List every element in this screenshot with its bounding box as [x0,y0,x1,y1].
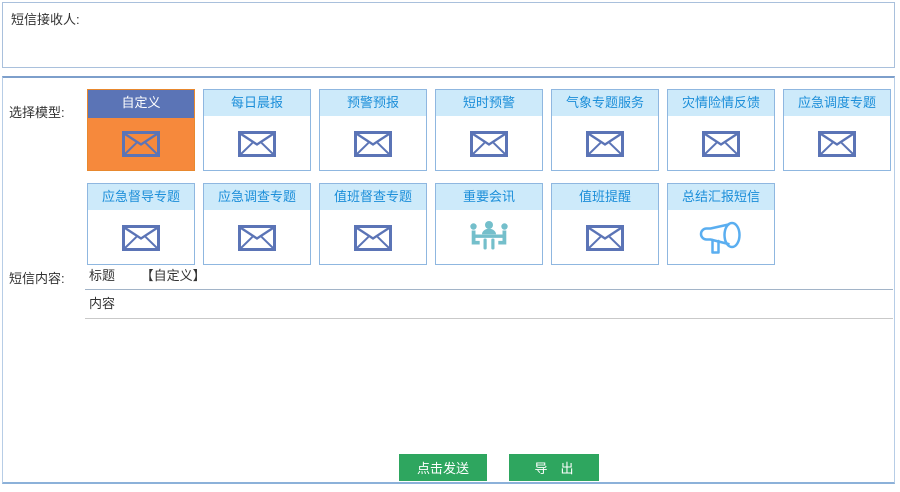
template-card-label: 应急调度专题 [784,90,890,118]
envelope-icon [238,131,276,157]
title-value[interactable]: 【自定义】 [141,268,206,283]
sms-send-page: 短信接收人: 选择模型: 自定义 每日晨报 预警预报 短时预警 气象专题服务 [0,0,900,492]
template-card-label: 应急督导专题 [88,184,194,212]
template-card-custom[interactable]: 自定义 [87,89,195,171]
sms-body-field[interactable]: 内容 [85,290,893,319]
template-card-label: 每日晨报 [204,90,310,118]
template-card-label: 值班提醒 [552,184,658,212]
envelope-icon [470,131,508,157]
template-card-label: 自定义 [88,90,194,118]
template-card-label: 预警预报 [320,90,426,118]
template-card-warning-forecast[interactable]: 预警预报 [319,89,427,171]
envelope-icon [818,131,856,157]
template-card-emergency-supervision[interactable]: 应急督导专题 [87,183,195,265]
template-card-duty-inspection[interactable]: 值班督查专题 [319,183,427,265]
envelope-icon [122,225,160,251]
envelope-icon [586,225,624,251]
model-select-label: 选择模型: [9,102,65,121]
template-card-short-term-warning[interactable]: 短时预警 [435,89,543,171]
template-card-duty-reminder[interactable]: 值班提醒 [551,183,659,265]
template-card-label: 重要会讯 [436,184,542,212]
envelope-icon [238,225,276,251]
main-panel: 选择模型: 自定义 每日晨报 预警预报 短时预警 气象专题服务 [2,76,895,484]
send-button[interactable]: 点击发送 [399,454,487,481]
template-card-label: 总结汇报短信 [668,184,774,212]
title-label: 标题 [89,268,115,283]
template-card-label: 灾情险情反馈 [668,90,774,118]
template-card-label: 气象专题服务 [552,90,658,118]
template-card-emergency-investigation[interactable]: 应急调查专题 [203,183,311,265]
body-label: 内容 [89,296,115,311]
envelope-icon [586,131,624,157]
export-button[interactable]: 导 出 [509,454,599,481]
template-card-emergency-dispatch[interactable]: 应急调度专题 [783,89,891,171]
template-grid: 自定义 每日晨报 预警预报 短时预警 气象专题服务 灾情险情反馈 [87,89,891,265]
recipients-input[interactable]: 短信接收人: [2,2,895,68]
envelope-icon [354,131,392,157]
sms-content-label: 短信内容: [9,268,65,287]
template-card-label: 值班督查专题 [320,184,426,212]
template-card-daily-morning-report[interactable]: 每日晨报 [203,89,311,171]
sms-title-field[interactable]: 标题 【自定义】 [85,263,893,290]
template-card-weather-special-service[interactable]: 气象专题服务 [551,89,659,171]
envelope-icon [354,225,392,251]
template-card-disaster-feedback[interactable]: 灾情险情反馈 [667,89,775,171]
template-card-label: 短时预警 [436,90,542,118]
template-card-summary-report[interactable]: 总结汇报短信 [667,183,775,265]
recipients-label: 短信接收人: [11,9,80,28]
megaphone-icon [698,218,744,258]
template-card-important-meeting[interactable]: 重要会讯 [435,183,543,265]
meeting-icon [467,219,511,257]
envelope-icon [122,131,160,157]
envelope-icon [702,131,740,157]
template-card-label: 应急调查专题 [204,184,310,212]
